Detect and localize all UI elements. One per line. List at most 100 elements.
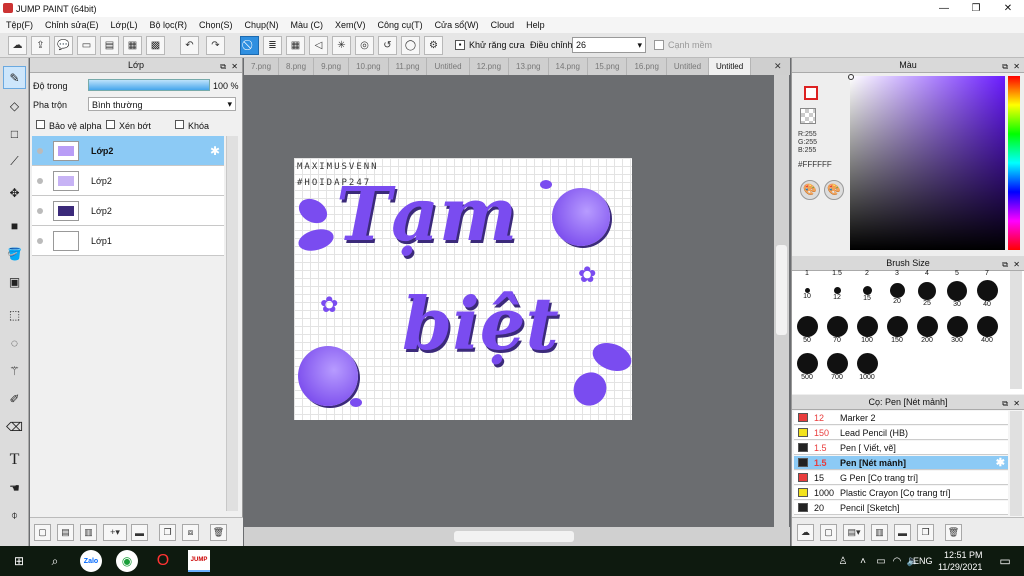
move-tool-icon[interactable]: ✥ bbox=[3, 181, 26, 204]
jump-paint-icon[interactable]: JUMP bbox=[188, 550, 210, 572]
chrome-icon[interactable]: ◉ bbox=[116, 550, 138, 572]
magic-wand-icon[interactable]: ⚚ bbox=[3, 359, 26, 382]
visibility-icon[interactable] bbox=[37, 207, 43, 214]
undo-icon[interactable]: ↶ bbox=[180, 36, 199, 55]
cloud-brush-icon[interactable]: ☁ bbox=[797, 524, 814, 541]
brush-size-cell[interactable]: 30 bbox=[943, 280, 971, 308]
brush-item[interactable]: 150 Lead Pencil (HB) bbox=[794, 426, 1008, 440]
select-eraser-icon[interactable]: ⌫ bbox=[3, 415, 26, 438]
parallel-ruler-icon[interactable]: ≣ bbox=[263, 36, 282, 55]
visibility-icon[interactable] bbox=[37, 177, 43, 184]
opera-icon[interactable]: O bbox=[152, 550, 174, 572]
bucket-tool-icon[interactable]: 🪣 bbox=[3, 242, 26, 265]
cloud-check-icon[interactable]: ☁ bbox=[8, 36, 27, 55]
menu-view[interactable]: Xem(V) bbox=[329, 20, 372, 30]
tab-16[interactable]: 16.png bbox=[627, 58, 667, 75]
menu-color[interactable]: Màu (C) bbox=[285, 20, 330, 30]
lock-checkbox[interactable] bbox=[175, 120, 184, 129]
brush-size-cell[interactable]: 3 bbox=[883, 270, 911, 277]
menu-tools[interactable]: Công cụ(T) bbox=[372, 20, 429, 30]
trash-icon[interactable]: 🗑 bbox=[210, 524, 227, 541]
float-icon[interactable]: ⧉ bbox=[220, 60, 226, 74]
add-layer-menu-icon[interactable]: +▾ bbox=[103, 524, 127, 541]
brush-item[interactable]: 12 Marker 2 bbox=[794, 411, 1008, 425]
tab-12[interactable]: 12.png bbox=[470, 58, 510, 75]
layer-row[interactable]: Lớp2 bbox=[32, 196, 224, 226]
brush-size-cell[interactable]: 700 bbox=[823, 353, 851, 381]
brush-size-cell[interactable]: 150 bbox=[883, 316, 911, 344]
concentric-icon[interactable]: ◎ bbox=[355, 36, 374, 55]
settings-ruler-icon[interactable]: ⚙ bbox=[424, 36, 443, 55]
gear-icon[interactable]: ✱ bbox=[210, 144, 220, 158]
brush-size-cell[interactable]: 4 bbox=[913, 270, 941, 277]
hue-slider[interactable] bbox=[1008, 76, 1020, 250]
blend-select[interactable]: Bình thường ▾ bbox=[88, 97, 236, 111]
tab-7[interactable]: 7.png bbox=[244, 58, 280, 75]
foreground-color-swatch[interactable] bbox=[804, 86, 818, 100]
ellipse-ruler-icon[interactable]: ◯ bbox=[401, 36, 420, 55]
menu-help[interactable]: Help bbox=[520, 20, 551, 30]
speech-bubble-icon[interactable]: 💬 bbox=[54, 36, 73, 55]
menu-select[interactable]: Chọn(S) bbox=[193, 20, 239, 30]
layer-row[interactable]: Lớp2 ✱ bbox=[32, 136, 224, 166]
brush-size-cell[interactable]: 1 bbox=[793, 270, 821, 277]
color-saturation-field[interactable] bbox=[850, 76, 1005, 250]
layout-icon[interactable]: ▦ bbox=[123, 36, 142, 55]
brush-size-cell[interactable]: 5 bbox=[943, 270, 971, 277]
radial-icon[interactable]: ✳ bbox=[332, 36, 351, 55]
menu-edit[interactable]: Chỉnh sửa(E) bbox=[39, 20, 105, 30]
brush-size-cell[interactable]: 10 bbox=[793, 280, 821, 300]
select-rect-icon[interactable]: ⬚ bbox=[3, 303, 26, 326]
brush-item[interactable]: 1.5 Pen [Nét mảnh] ✱ bbox=[794, 456, 1008, 470]
rectangle-tool-icon[interactable]: □ bbox=[3, 122, 26, 145]
tab-untitled-1[interactable]: Untitled bbox=[427, 58, 470, 75]
panel-close-icon[interactable]: ✕ bbox=[1013, 258, 1020, 272]
lasso-icon[interactable]: ◌ bbox=[3, 331, 26, 354]
brush-size-cell[interactable]: 40 bbox=[973, 280, 1001, 308]
adjust-select[interactable]: 26 ▾ bbox=[572, 37, 646, 53]
tab-10[interactable]: 10.png bbox=[349, 58, 389, 75]
float-icon[interactable]: ⧉ bbox=[1002, 397, 1008, 411]
brush-size-cell[interactable]: 25 bbox=[913, 280, 941, 307]
new-brush-icon[interactable]: ▢ bbox=[820, 524, 837, 541]
palette-icon[interactable]: 🎨 bbox=[800, 180, 820, 200]
brush-size-cell[interactable]: 15 bbox=[853, 280, 881, 302]
brush-size-cell[interactable]: 1000 bbox=[853, 353, 881, 381]
notification-icon[interactable]: ▭ bbox=[994, 550, 1016, 572]
menu-window[interactable]: Cửa sổ(W) bbox=[429, 20, 485, 30]
antialias-checkbox[interactable]: ▪ bbox=[455, 40, 465, 50]
line-tool-icon[interactable]: ⟋ bbox=[3, 150, 26, 173]
tab-13[interactable]: 13.png bbox=[509, 58, 549, 75]
new-raster-icon[interactable]: ▤ bbox=[57, 524, 74, 541]
panel-close-icon[interactable]: ✕ bbox=[1013, 397, 1020, 411]
brush-size-cell[interactable]: 1.5 bbox=[823, 270, 851, 277]
tab-9[interactable]: 9.png bbox=[314, 58, 350, 75]
palette-edit-icon[interactable]: 🎨 bbox=[824, 180, 844, 200]
duplicate-icon[interactable]: ❐ bbox=[917, 524, 934, 541]
protect-alpha-checkbox[interactable] bbox=[36, 120, 45, 129]
brush-size-cell[interactable]: 12 bbox=[823, 280, 851, 301]
new-text-layer-icon[interactable]: ▥ bbox=[80, 524, 97, 541]
opacity-slider[interactable] bbox=[88, 79, 210, 91]
clock-date[interactable]: 11/29/2021 bbox=[938, 562, 982, 572]
export-icon[interactable]: ⇪ bbox=[31, 36, 50, 55]
brush-size-cell[interactable]: 20 bbox=[883, 280, 911, 305]
brush-size-cell[interactable]: 2 bbox=[853, 270, 881, 277]
people-icon[interactable]: ♙ bbox=[832, 550, 854, 572]
grid-ruler-icon[interactable]: ▦ bbox=[286, 36, 305, 55]
menu-cloud[interactable]: Cloud bbox=[485, 20, 521, 30]
tab-11[interactable]: 11.png bbox=[389, 58, 428, 75]
brush-size-scrollbar[interactable] bbox=[1010, 271, 1022, 389]
brush-size-cell[interactable]: 7 bbox=[973, 270, 1001, 277]
clock-time[interactable]: 12:51 PM bbox=[944, 550, 983, 560]
float-icon[interactable]: ⧉ bbox=[1002, 60, 1008, 74]
eraser-tool-icon[interactable]: ◇ bbox=[3, 94, 26, 117]
maximize-button[interactable]: ❐ bbox=[960, 0, 992, 17]
tab-untitled-active[interactable]: Untitled bbox=[709, 58, 752, 75]
folder-icon[interactable]: ▬ bbox=[131, 524, 148, 541]
tab-untitled-2[interactable]: Untitled bbox=[667, 58, 710, 75]
float-icon[interactable]: ⧉ bbox=[1002, 258, 1008, 272]
brush-item[interactable]: 15 G Pen [Cọ trang trí] bbox=[794, 471, 1008, 485]
layer-row[interactable]: Lớp2 bbox=[32, 166, 224, 196]
search-icon[interactable]: ⌕ bbox=[44, 550, 66, 572]
